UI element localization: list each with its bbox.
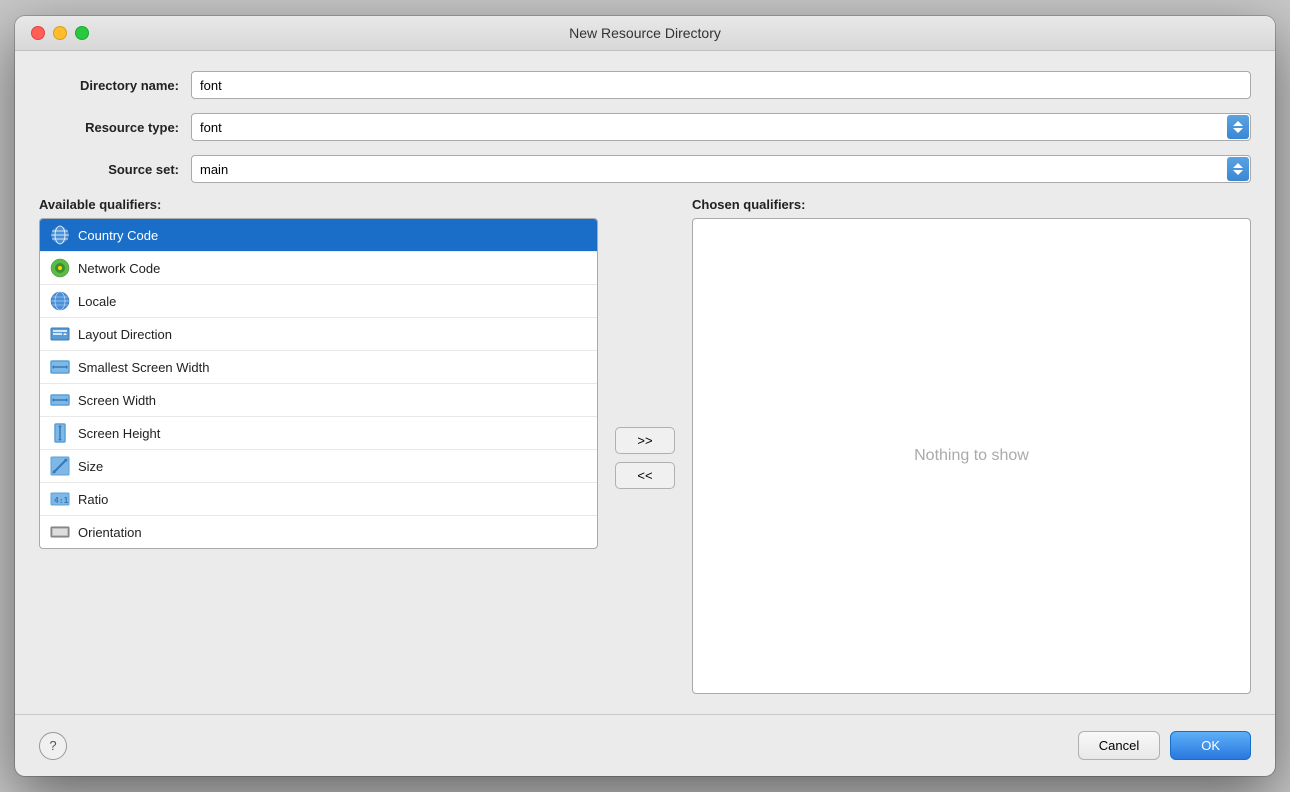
chosen-qualifiers-panel: Chosen qualifiers: Nothing to show	[692, 197, 1251, 694]
dialog-title: New Resource Directory	[569, 25, 721, 41]
resource-type-wrapper: font layout drawable values menu raw xml…	[191, 113, 1251, 141]
remove-qualifier-button[interactable]: <<	[615, 462, 675, 489]
qualifier-item-locale[interactable]: Locale	[40, 285, 597, 318]
qualifier-label-size: Size	[78, 459, 103, 474]
qualifier-item-orientation[interactable]: Orientation	[40, 516, 597, 548]
minimize-button[interactable]	[53, 26, 67, 40]
orientation-icon	[50, 522, 70, 542]
available-qualifiers-label: Available qualifiers:	[39, 197, 598, 212]
help-button[interactable]: ?	[39, 732, 67, 760]
qualifier-item-screen-width[interactable]: Screen Width	[40, 384, 597, 417]
qualifier-label-network-code: Network Code	[78, 261, 160, 276]
qualifier-item-ratio[interactable]: 4:1 Ratio	[40, 483, 597, 516]
qualifier-label-layout-direction: Layout Direction	[78, 327, 172, 342]
qualifier-item-size[interactable]: Size	[40, 450, 597, 483]
transfer-buttons: >> <<	[610, 197, 680, 694]
source-set-row: Source set: main androidTest test	[39, 155, 1251, 183]
chosen-qualifiers-list: Nothing to show	[692, 218, 1251, 694]
close-button[interactable]	[31, 26, 45, 40]
source-set-wrapper: main androidTest test	[191, 155, 1251, 183]
country-code-icon	[50, 225, 70, 245]
screen-height-icon	[50, 423, 70, 443]
traffic-lights	[31, 26, 89, 40]
qualifier-label-orientation: Orientation	[78, 525, 142, 540]
chosen-qualifiers-label: Chosen qualifiers:	[692, 197, 1251, 212]
qualifier-label-smallest-screen-width: Smallest Screen Width	[78, 360, 210, 375]
ok-button[interactable]: OK	[1170, 731, 1251, 760]
directory-name-label: Directory name:	[39, 78, 179, 93]
footer-actions: Cancel OK	[1078, 731, 1251, 760]
cancel-button[interactable]: Cancel	[1078, 731, 1160, 760]
layout-direction-icon	[50, 324, 70, 344]
resource-type-row: Resource type: font layout drawable valu…	[39, 113, 1251, 141]
qualifier-item-layout-direction[interactable]: Layout Direction	[40, 318, 597, 351]
svg-text:4:1: 4:1	[54, 496, 69, 505]
available-qualifiers-panel: Available qualifiers:	[39, 197, 598, 694]
nothing-to-show-text: Nothing to show	[914, 447, 1029, 465]
qualifier-label-screen-height: Screen Height	[78, 426, 160, 441]
qualifier-item-network-code[interactable]: Network Code	[40, 252, 597, 285]
directory-name-input[interactable]	[191, 71, 1251, 99]
dialog-footer: ? Cancel OK	[15, 714, 1275, 776]
screen-width-icon	[50, 390, 70, 410]
qualifier-label-ratio: Ratio	[78, 492, 108, 507]
locale-icon	[50, 291, 70, 311]
qualifier-item-screen-height[interactable]: Screen Height	[40, 417, 597, 450]
qualifier-label-locale: Locale	[78, 294, 116, 309]
qualifier-item-smallest-screen-width[interactable]: Smallest Screen Width	[40, 351, 597, 384]
resource-type-select[interactable]: font layout drawable values menu raw xml…	[191, 113, 1251, 141]
ratio-icon: 4:1	[50, 489, 70, 509]
network-code-icon	[50, 258, 70, 278]
source-set-select[interactable]: main androidTest test	[191, 155, 1251, 183]
qualifier-label-country-code: Country Code	[78, 228, 158, 243]
directory-name-row: Directory name:	[39, 71, 1251, 99]
title-bar: New Resource Directory	[15, 16, 1275, 51]
dialog-content: Directory name: Resource type: font layo…	[15, 51, 1275, 714]
maximize-button[interactable]	[75, 26, 89, 40]
dialog-window: New Resource Directory Directory name: R…	[15, 16, 1275, 776]
qualifier-list: Country Code Network Code	[39, 218, 598, 549]
size-icon	[50, 456, 70, 476]
qualifiers-section: Available qualifiers:	[39, 197, 1251, 694]
add-qualifier-button[interactable]: >>	[615, 427, 675, 454]
resource-type-label: Resource type:	[39, 120, 179, 135]
qualifier-item-country-code[interactable]: Country Code	[40, 219, 597, 252]
qualifier-label-screen-width: Screen Width	[78, 393, 156, 408]
source-set-label: Source set:	[39, 162, 179, 177]
smallest-screen-width-icon	[50, 357, 70, 377]
